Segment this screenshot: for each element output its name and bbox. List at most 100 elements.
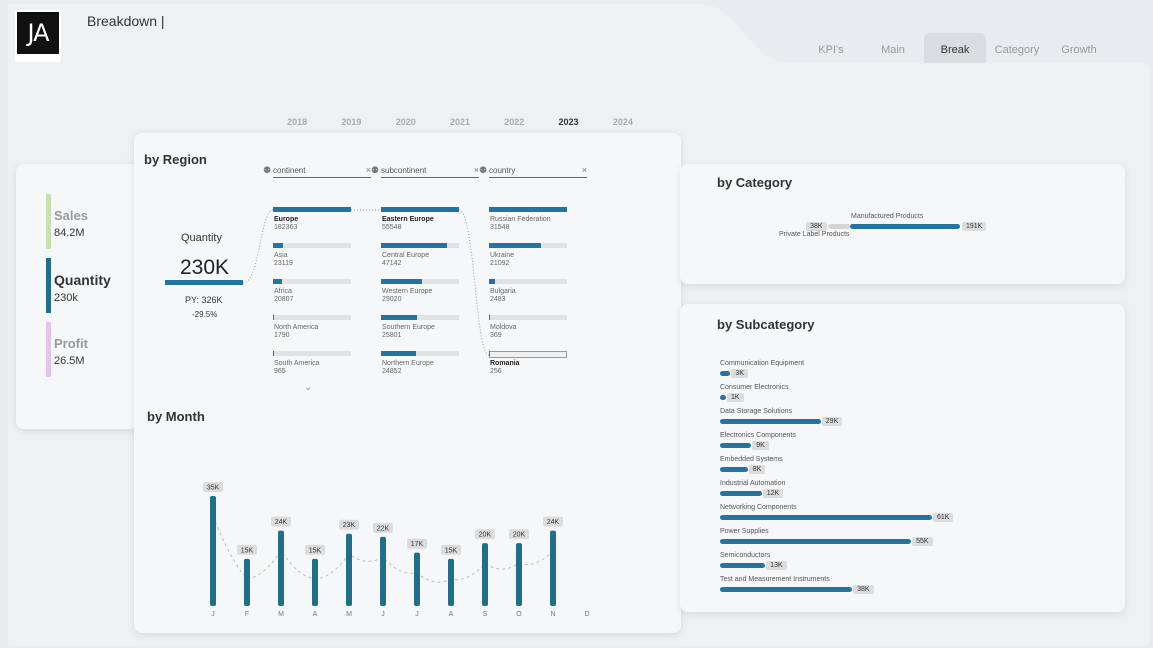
tree-node-label: Asia: [274, 252, 288, 259]
month-bar[interactable]: [550, 530, 556, 606]
tree-node-label: Bulgaria: [490, 288, 516, 295]
tree-node-bar: [381, 279, 422, 284]
subcategory-bar[interactable]: [720, 515, 932, 520]
tree-node-label: Romania: [490, 360, 520, 367]
month-bar[interactable]: [210, 496, 216, 606]
metric-value: 230K: [180, 256, 230, 279]
subcategory-bar[interactable]: [720, 539, 912, 544]
tree-node-bar: [273, 351, 274, 356]
subcategory-bar[interactable]: [720, 443, 752, 448]
tree-node-track: [273, 351, 351, 356]
month-data-label: 20K: [513, 532, 526, 539]
tree-node-value: 47142: [382, 260, 402, 267]
tab-4[interactable]: Growth: [1048, 33, 1110, 63]
month-bar[interactable]: [312, 558, 318, 606]
tree-node-bar: [273, 243, 283, 248]
kpi-value: 230k: [54, 292, 78, 304]
filter-input[interactable]: ⚉ continent ×: [263, 165, 371, 178]
filter-placeholder: country: [489, 166, 516, 175]
month-tick-label: J: [415, 611, 419, 618]
tree-node-bar: [489, 207, 567, 212]
subcategory-title: by Subcategory: [717, 317, 815, 332]
kpi-name: Profit: [54, 336, 88, 351]
tree-node[interactable]: Romania 256: [489, 351, 567, 381]
month-bar[interactable]: [346, 533, 352, 606]
month-bar[interactable]: [482, 543, 488, 606]
filter-input[interactable]: ⚉ subcontinent ×: [371, 165, 479, 178]
tree-node-bar: [489, 279, 495, 284]
subcategory-bar[interactable]: [720, 395, 726, 400]
tree-node[interactable]: Southern Europe 25801: [381, 315, 459, 345]
tab-1[interactable]: Main: [862, 33, 924, 63]
tree-node[interactable]: South America 965: [273, 351, 351, 381]
subcategory-bar[interactable]: [720, 419, 821, 424]
subcategory-bar[interactable]: [720, 491, 762, 496]
year-option[interactable]: 2019: [324, 117, 378, 127]
tab-0[interactable]: KPI's: [800, 33, 862, 63]
logo: JA: [15, 10, 61, 62]
month-tick-label: M: [278, 611, 284, 618]
kpi-name: Quantity: [54, 272, 111, 288]
month-bar[interactable]: [278, 530, 284, 606]
tree-node[interactable]: Western Europe 29020: [381, 279, 459, 309]
month-data-label: 15K: [309, 547, 322, 554]
tree-node[interactable]: Moldova 369: [489, 315, 567, 345]
tree-node-track: [489, 351, 567, 358]
tree-node-track: [273, 279, 351, 284]
month-bar[interactable]: [244, 558, 250, 606]
month-bar[interactable]: [448, 558, 454, 606]
tree-node-bar: [381, 207, 459, 212]
logo-mark: JA: [17, 12, 59, 54]
tree-node[interactable]: Europe 182363: [273, 207, 351, 237]
tab-3[interactable]: Category: [986, 33, 1048, 63]
kpi-card-item[interactable]: Quantity 230k: [46, 258, 146, 313]
tree-node[interactable]: Bulgaria 2483: [489, 279, 567, 309]
tree-node[interactable]: Africa 20807: [273, 279, 351, 309]
tree-node[interactable]: Russian Federation 31548: [489, 207, 567, 237]
subcategory-label: Embedded Systems: [720, 456, 783, 463]
month-data-label: 23K: [343, 522, 356, 529]
page-tabs: KPI's Main Break Category Growth: [800, 33, 1110, 63]
filter-input[interactable]: ⚉ country ×: [479, 165, 587, 178]
subcategory-label: Networking Components: [720, 504, 797, 511]
tree-node-track: [489, 279, 567, 284]
year-option[interactable]: 2022: [487, 117, 541, 127]
category-bar[interactable]: [828, 224, 850, 229]
category-label: Manufactured Products: [851, 213, 924, 220]
tree-node-bar: [489, 243, 541, 248]
tree-node[interactable]: Eastern Europe 55548: [381, 207, 459, 237]
metric-bar: [165, 280, 243, 285]
subcategory-bar[interactable]: [720, 371, 731, 376]
subcategory-bar[interactable]: [720, 563, 766, 568]
tree-node[interactable]: Northern Europe 24852: [381, 351, 459, 381]
category-bar[interactable]: [850, 224, 960, 229]
month-tick-label: O: [516, 611, 522, 618]
year-option[interactable]: 2024: [596, 117, 650, 127]
tree-node[interactable]: Asia 23119: [273, 243, 351, 273]
tree-node[interactable]: Central Europe 47142: [381, 243, 459, 273]
subcategory-label: Semiconductors: [720, 552, 771, 559]
tree-node-bar: [381, 351, 416, 356]
month-bar[interactable]: [516, 543, 522, 606]
month-data-label: 24K: [547, 519, 560, 526]
month-data-label: 24K: [275, 519, 288, 526]
subcategory-bar[interactable]: [720, 587, 853, 592]
kpi-card-item[interactable]: Sales 84.2M: [46, 194, 146, 249]
year-option[interactable]: 2021: [433, 117, 487, 127]
tree-node[interactable]: Ukraine 21092: [489, 243, 567, 273]
tree-node-bar: [273, 315, 274, 320]
clear-icon[interactable]: ×: [582, 165, 587, 175]
chevron-down-icon[interactable]: ⌄: [304, 382, 312, 393]
year-slicer: 2018 2019 2020 2021 2022 2023 2024: [270, 117, 650, 127]
year-option[interactable]: 2020: [379, 117, 433, 127]
category-data-label: 38K: [806, 222, 827, 231]
year-option[interactable]: 2018: [270, 117, 324, 127]
tab-2[interactable]: Break: [924, 33, 986, 63]
tree-node[interactable]: North America 1790: [273, 315, 351, 345]
page-title: Breakdown |: [87, 13, 165, 29]
year-option[interactable]: 2023: [541, 117, 595, 127]
kpi-card-item[interactable]: Profit 26.5M: [46, 322, 146, 377]
month-bar[interactable]: [414, 552, 420, 606]
subcategory-bar[interactable]: [720, 467, 748, 472]
month-bar[interactable]: [380, 536, 386, 606]
